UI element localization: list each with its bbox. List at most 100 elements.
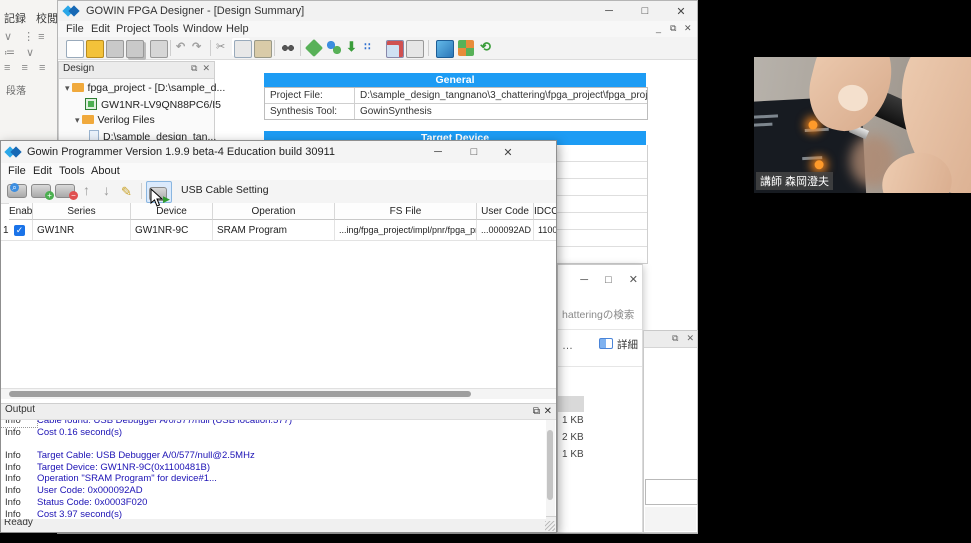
- col-user-code[interactable]: User Code: [477, 203, 534, 220]
- menu-window[interactable]: Window: [183, 23, 222, 35]
- designer-close-button[interactable]: ✕: [668, 5, 694, 18]
- edit-operation-icon[interactable]: ✎: [121, 184, 132, 200]
- menu-tools[interactable]: Tools: [153, 23, 179, 35]
- ribbon-tab-record[interactable]: 記録: [4, 13, 26, 25]
- details-view-button[interactable]: 詳細: [599, 337, 638, 352]
- caret-down-icon[interactable]: ▾: [65, 83, 70, 93]
- menu-file[interactable]: File: [8, 165, 26, 177]
- cut-icon[interactable]: ✂: [216, 40, 225, 53]
- save-all-icon[interactable]: [126, 40, 144, 58]
- scan-device-icon[interactable]: ⌕: [7, 184, 27, 198]
- find-icon[interactable]: [280, 40, 296, 56]
- explorer-close-button[interactable]: ✕: [629, 274, 638, 286]
- fs-file-cell[interactable]: ...ing/fpga_project/impl/pnr/fpga_projec…: [335, 220, 477, 241]
- paste-icon[interactable]: [254, 40, 272, 58]
- mdi-minimize-icon[interactable]: _: [656, 23, 661, 33]
- explorer-minimize-button[interactable]: ─: [580, 274, 588, 286]
- idcode-cell[interactable]: 110048: [534, 220, 556, 241]
- horizontal-scrollbar[interactable]: [1, 388, 556, 399]
- ribbon-tab-review[interactable]: 校閲: [36, 13, 58, 25]
- panel-field[interactable]: [645, 479, 698, 505]
- programmer-titlebar[interactable]: Gowin Programmer Version 1.9.9 beta-4 Ed…: [1, 141, 556, 164]
- save-icon[interactable]: [106, 40, 124, 58]
- mdi-close-icon[interactable]: ✕: [684, 23, 692, 34]
- resize-grip[interactable]: [545, 521, 555, 531]
- designer-titlebar[interactable]: GOWIN FPGA Designer - [Design Summary] ─…: [58, 1, 697, 22]
- synthesize-icon[interactable]: [305, 39, 323, 57]
- designer-maximize-button[interactable]: □: [632, 5, 658, 17]
- operation-cell[interactable]: SRAM Program: [213, 220, 335, 241]
- series-cell[interactable]: GW1NR: [33, 220, 131, 241]
- enable-checkbox[interactable]: ✓: [14, 225, 25, 236]
- explorer-maximize-button[interactable]: □: [605, 274, 612, 286]
- usb-cable-setting-label[interactable]: USB Cable Setting: [181, 184, 269, 196]
- col-device[interactable]: Device: [131, 203, 213, 220]
- scrollbar-thumb[interactable]: [547, 430, 553, 500]
- add-device-icon[interactable]: +: [31, 184, 51, 198]
- webcam-overlay: 講師 森岡澄夫: [754, 57, 971, 193]
- place-route-icon[interactable]: [326, 40, 342, 56]
- tree-item-project[interactable]: ▾fpga_project - [D:\sample_d...: [65, 82, 225, 97]
- align-icons[interactable]: ≡ ≡ ≡: [4, 62, 49, 74]
- folder-icon: [72, 83, 84, 92]
- programmer-maximize-button[interactable]: □: [461, 146, 487, 158]
- close-icon[interactable]: ✕: [544, 406, 552, 417]
- programmer-icon[interactable]: [436, 40, 454, 58]
- tree-item-device[interactable]: GW1NR-LV9QN88PC6/I5: [85, 98, 221, 113]
- log-line: InfoOperation "SRAM Program" for device#…: [1, 473, 546, 485]
- move-up-icon[interactable]: ↑: [83, 182, 90, 198]
- col-series[interactable]: Series: [33, 203, 131, 220]
- timing-icon[interactable]: ∶∶: [364, 40, 372, 53]
- netlist-icon[interactable]: [406, 40, 424, 58]
- led-orange: [814, 160, 823, 169]
- refresh-icon[interactable]: ⟲: [480, 39, 491, 55]
- docked-panel-header[interactable]: ⧉ ✕: [644, 331, 697, 348]
- undo-icon[interactable]: ↶: [176, 40, 185, 53]
- output-log[interactable]: InfoCable found: USB Debugger A/0/577/nu…: [1, 418, 546, 519]
- output-panel-header[interactable]: Output ⧉ ✕: [1, 403, 556, 420]
- menu-tools[interactable]: Tools: [59, 165, 85, 177]
- remove-device-icon[interactable]: −: [55, 184, 75, 198]
- col-idcode[interactable]: IDCO: [534, 203, 556, 220]
- menu-project[interactable]: Project: [116, 23, 150, 35]
- float-icon[interactable]: ⧉: [191, 63, 197, 74]
- programmer-minimize-button[interactable]: ─: [425, 146, 451, 158]
- folder-icon: [82, 115, 94, 124]
- device-cell[interactable]: GW1NR-9C: [131, 220, 213, 241]
- print-icon[interactable]: [150, 40, 168, 58]
- more-icon[interactable]: …: [562, 340, 573, 352]
- office-ribbon: 記録校閲 ∨ ⋮≡ ≔ ∨ ≡ ≡ ≡ 段落: [0, 0, 57, 142]
- tree-item-verilog-files[interactable]: ▾Verilog Files: [75, 114, 155, 129]
- menu-about[interactable]: About: [91, 165, 120, 177]
- open-icon[interactable]: [86, 40, 104, 58]
- move-down-icon[interactable]: ↓: [103, 182, 110, 198]
- designer-minimize-button[interactable]: ─: [596, 5, 622, 17]
- col-fs-file[interactable]: FS File: [335, 203, 477, 220]
- close-icon[interactable]: ✕: [202, 63, 210, 74]
- float-icon[interactable]: ⧉: [672, 333, 678, 343]
- indent-icons[interactable]: ≔ ∨: [4, 46, 38, 59]
- user-code-cell[interactable]: ...000092AD: [477, 220, 534, 241]
- programmer-close-button[interactable]: ✕: [495, 146, 521, 159]
- redo-icon[interactable]: ↷: [192, 40, 201, 53]
- explorer-search-input[interactable]: hatteringの検索: [562, 307, 634, 322]
- ip-blocks-icon[interactable]: [458, 40, 474, 56]
- menu-file[interactable]: File: [66, 23, 84, 35]
- col-operation[interactable]: Operation: [213, 203, 335, 220]
- mdi-restore-icon[interactable]: ⧉: [670, 23, 676, 34]
- menu-edit[interactable]: Edit: [33, 165, 52, 177]
- design-panel-header[interactable]: ✕ ⧉ Design: [59, 62, 214, 79]
- new-file-icon[interactable]: [66, 40, 84, 58]
- close-icon[interactable]: ✕: [686, 333, 694, 343]
- scrollbar-thumb[interactable]: [9, 391, 471, 397]
- menu-help[interactable]: Help: [226, 23, 249, 35]
- copy-icon[interactable]: [234, 40, 252, 58]
- download-icon[interactable]: ⬇: [346, 39, 357, 55]
- list-format-icons[interactable]: ∨ ⋮≡: [4, 30, 49, 43]
- floorplan-icon[interactable]: [386, 40, 404, 58]
- menu-edit[interactable]: Edit: [91, 23, 110, 35]
- caret-down-icon[interactable]: ▾: [75, 115, 80, 125]
- selected-file-row[interactable]: [558, 396, 584, 412]
- col-enable[interactable]: Enable: [9, 203, 33, 220]
- float-icon[interactable]: ⧉: [533, 406, 540, 417]
